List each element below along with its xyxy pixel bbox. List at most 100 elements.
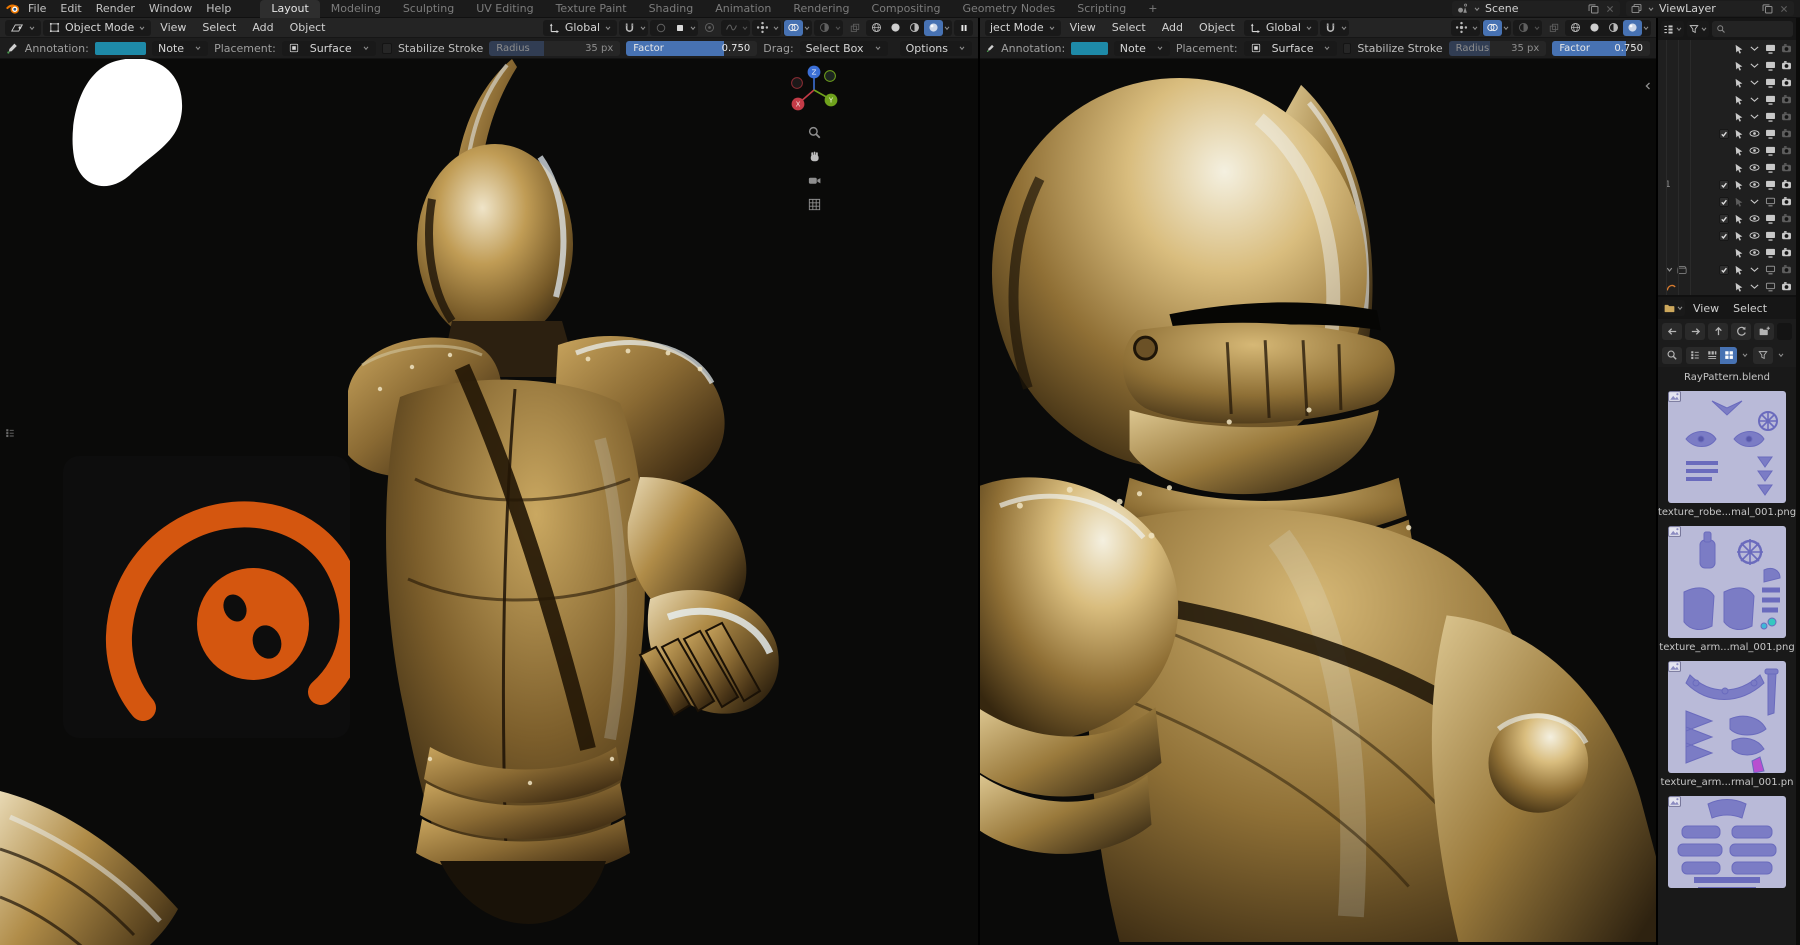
hide-eye-toggle[interactable] bbox=[1748, 280, 1761, 293]
menu-object[interactable]: Object bbox=[1192, 21, 1242, 34]
refresh-button[interactable] bbox=[1731, 323, 1751, 340]
shading-material[interactable] bbox=[905, 20, 924, 36]
scene-selector[interactable]: Scene bbox=[1452, 1, 1620, 16]
tab-layout[interactable]: Layout bbox=[260, 0, 319, 18]
shading-rendered[interactable] bbox=[1623, 20, 1642, 36]
viewport-disable-toggle[interactable] bbox=[1764, 280, 1777, 293]
pan-button[interactable] bbox=[805, 147, 823, 165]
falloff-toggle[interactable] bbox=[700, 20, 719, 36]
shading-wireframe[interactable] bbox=[867, 20, 886, 36]
menu-view[interactable]: View bbox=[1687, 302, 1725, 315]
snap-toggle[interactable] bbox=[620, 20, 639, 36]
chevron-down-icon[interactable] bbox=[1642, 24, 1650, 32]
close-icon[interactable] bbox=[1604, 3, 1616, 15]
show-gizmos-toggle[interactable] bbox=[753, 20, 772, 36]
hide-eye-toggle[interactable] bbox=[1748, 76, 1761, 89]
new-viewlayer-icon[interactable] bbox=[1761, 2, 1774, 15]
viewport-render-pause-button[interactable] bbox=[954, 20, 973, 36]
mode-selector-clipped[interactable]: ject Mode bbox=[985, 20, 1061, 36]
file-browser-editor-selector[interactable] bbox=[1662, 300, 1685, 316]
camera-view-button[interactable] bbox=[805, 171, 823, 189]
hide-eye-toggle[interactable] bbox=[1748, 263, 1761, 276]
selectable-toggle[interactable] bbox=[1733, 213, 1745, 225]
display-thumbnails[interactable] bbox=[1720, 347, 1737, 364]
chevron-down-icon[interactable] bbox=[834, 24, 842, 32]
chevron-down-icon[interactable] bbox=[689, 24, 697, 32]
viewlayer-selector[interactable]: ViewLayer bbox=[1626, 1, 1794, 16]
selectable-toggle[interactable] bbox=[1733, 264, 1745, 276]
shading-solid[interactable] bbox=[886, 20, 905, 36]
snap-toggle[interactable] bbox=[1321, 20, 1340, 36]
stabilize-stroke-checkbox[interactable] bbox=[1343, 43, 1351, 54]
render-disable-toggle[interactable] bbox=[1780, 195, 1793, 208]
display-horizontal-list[interactable] bbox=[1703, 347, 1720, 364]
viewport-disable-toggle[interactable] bbox=[1764, 42, 1777, 55]
sidebar-expand-arrow[interactable] bbox=[1643, 81, 1653, 91]
menu-add[interactable]: Add bbox=[1155, 21, 1190, 34]
menu-select[interactable]: Select bbox=[1727, 302, 1773, 315]
hide-eye-toggle[interactable] bbox=[1748, 42, 1761, 55]
selectable-toggle[interactable] bbox=[1733, 281, 1745, 293]
exclude-checkbox[interactable] bbox=[1718, 264, 1730, 276]
tab-compositing[interactable]: Compositing bbox=[861, 0, 952, 18]
viewport-disable-toggle[interactable] bbox=[1764, 161, 1777, 174]
hide-eye-toggle[interactable] bbox=[1748, 144, 1761, 157]
menu-window[interactable]: Window bbox=[142, 2, 199, 15]
render-disable-toggle[interactable] bbox=[1780, 229, 1793, 242]
hide-eye-toggle[interactable] bbox=[1748, 161, 1761, 174]
exclude-checkbox[interactable] bbox=[1718, 196, 1730, 208]
close-icon[interactable] bbox=[1778, 3, 1790, 15]
radius-slider[interactable]: Radius 35 px bbox=[1449, 41, 1547, 56]
show-gizmos-toggle[interactable] bbox=[1452, 20, 1471, 36]
selectable-toggle[interactable] bbox=[1733, 43, 1745, 55]
exclude-checkbox[interactable] bbox=[1718, 128, 1730, 140]
menu-add[interactable]: Add bbox=[245, 21, 280, 34]
menu-render[interactable]: Render bbox=[89, 2, 142, 15]
viewport-disable-toggle[interactable] bbox=[1764, 93, 1777, 106]
tab-animation[interactable]: Animation bbox=[704, 0, 782, 18]
file-name[interactable]: texture_arm...mal_001.png bbox=[1659, 641, 1794, 655]
radius-slider[interactable]: Radius 35 px bbox=[489, 41, 620, 56]
selectable-toggle[interactable] bbox=[1733, 60, 1745, 72]
render-disable-toggle[interactable] bbox=[1780, 127, 1793, 140]
render-preview-toggle[interactable] bbox=[845, 20, 864, 36]
tab-[interactable]: + bbox=[1137, 0, 1168, 18]
tab-shading[interactable]: Shading bbox=[638, 0, 705, 18]
render-disable-toggle[interactable] bbox=[1780, 161, 1793, 174]
render-disable-toggle[interactable] bbox=[1780, 59, 1793, 72]
new-scene-icon[interactable] bbox=[1587, 2, 1600, 15]
placement-select[interactable]: Surface bbox=[1244, 41, 1338, 56]
chevron-down-icon[interactable] bbox=[1533, 24, 1541, 32]
search-button[interactable] bbox=[1662, 347, 1682, 364]
chevron-down-icon[interactable] bbox=[639, 24, 647, 32]
chevron-down-icon[interactable] bbox=[1741, 351, 1749, 359]
proportional-edit-toggle[interactable] bbox=[651, 20, 670, 36]
render-disable-toggle[interactable] bbox=[1780, 93, 1793, 106]
chevron-down-icon[interactable] bbox=[803, 24, 811, 32]
render-disable-toggle[interactable] bbox=[1780, 42, 1793, 55]
file-name[interactable]: RayPattern.blend bbox=[1684, 371, 1770, 385]
menu-edit[interactable]: Edit bbox=[53, 2, 88, 15]
tab-sculpting[interactable]: Sculpting bbox=[392, 0, 465, 18]
render-disable-toggle[interactable] bbox=[1780, 280, 1793, 293]
render-disable-toggle[interactable] bbox=[1780, 144, 1793, 157]
tab-rendering[interactable]: Rendering bbox=[782, 0, 860, 18]
transform-orientation-selector[interactable]: Global bbox=[543, 20, 617, 36]
tab-scripting[interactable]: Scripting bbox=[1066, 0, 1137, 18]
orthographic-toggle-button[interactable] bbox=[805, 195, 823, 213]
tab-uv-editing[interactable]: UV Editing bbox=[465, 0, 544, 18]
selectable-toggle[interactable] bbox=[1733, 94, 1745, 106]
file-thumbnail[interactable] bbox=[1668, 796, 1786, 888]
hide-eye-toggle[interactable] bbox=[1748, 127, 1761, 140]
hide-eye-toggle[interactable] bbox=[1748, 59, 1761, 72]
parent-dir-button[interactable] bbox=[1708, 323, 1728, 340]
factor-slider[interactable]: Factor 0.750 bbox=[626, 41, 757, 56]
render-disable-toggle[interactable] bbox=[1780, 212, 1793, 225]
chevron-down-icon[interactable] bbox=[1340, 24, 1348, 32]
exclude-checkbox[interactable] bbox=[1718, 213, 1730, 225]
tab-geometry-nodes[interactable]: Geometry Nodes bbox=[951, 0, 1066, 18]
annotation-color-swatch[interactable] bbox=[1071, 42, 1108, 55]
viewport-disable-toggle[interactable] bbox=[1764, 110, 1777, 123]
selectable-toggle[interactable] bbox=[1733, 196, 1745, 208]
render-disable-toggle[interactable] bbox=[1780, 76, 1793, 89]
